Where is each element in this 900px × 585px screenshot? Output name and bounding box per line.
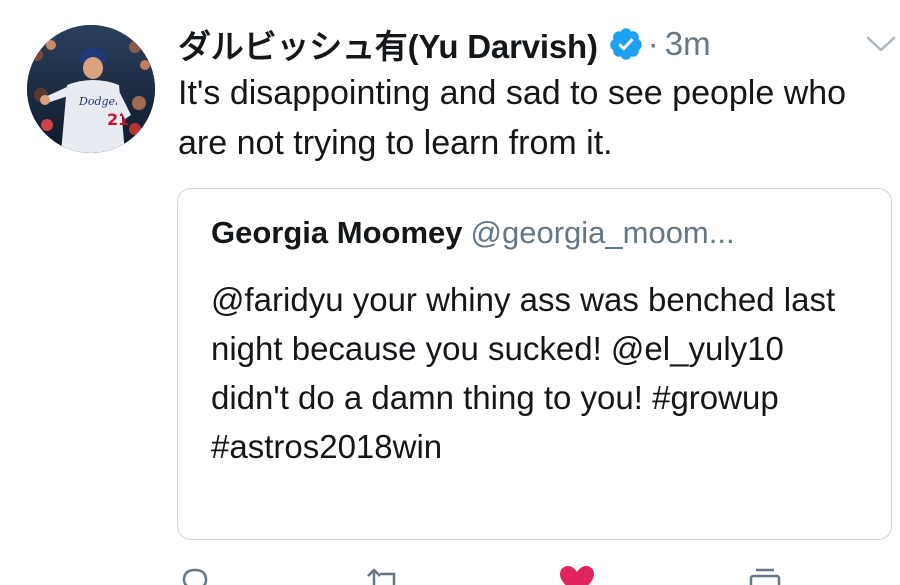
verified-badge-icon: [608, 26, 644, 62]
chevron-down-icon[interactable]: [864, 32, 898, 56]
separator-dot: ·: [647, 25, 659, 62]
display-name[interactable]: ダルビッシュ有(Yu Darvish): [178, 20, 598, 68]
retweet-icon: [364, 566, 404, 585]
reply-button[interactable]: [178, 566, 212, 585]
retweet-button[interactable]: [364, 566, 404, 585]
share-button[interactable]: [748, 566, 782, 585]
tweet-header: ダルビッシュ有(Yu Darvish) · 3m: [178, 16, 711, 72]
tweet-text: It's disappointing and sad to see people…: [178, 74, 847, 162]
heart-icon: [558, 566, 596, 585]
like-button[interactable]: [558, 566, 596, 585]
quoted-tweet[interactable]: Georgia Moomey @georgia_moom... @faridyu …: [177, 188, 892, 540]
reply-icon: [178, 566, 212, 585]
baseball-player-avatar-image: Dodgers 21: [27, 25, 155, 153]
tweet[interactable]: Dodgers 21 ダルビッシュ有(Yu Darvish) · 3m It's…: [0, 0, 900, 585]
quoted-handle: @georgia_moom...: [470, 215, 735, 250]
share-icon: [748, 566, 782, 585]
timestamp[interactable]: 3m: [665, 25, 711, 63]
avatar[interactable]: Dodgers 21: [27, 25, 155, 153]
quoted-display-name: Georgia Moomey: [211, 215, 463, 250]
quoted-tweet-text: @faridyu your whiny ass was benched last…: [211, 281, 836, 465]
quoted-tweet-header: Georgia Moomey @georgia_moom...: [211, 215, 735, 251]
tweet-actions: [178, 566, 878, 585]
